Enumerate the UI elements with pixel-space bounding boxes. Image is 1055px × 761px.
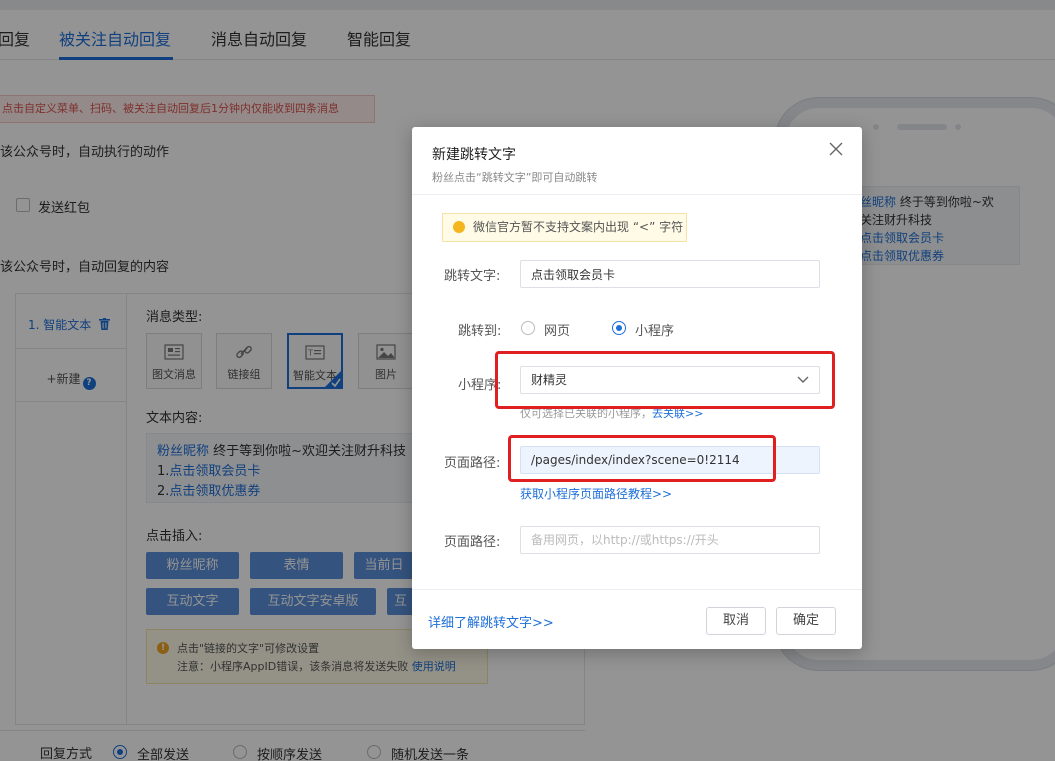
char-warning-text: 微信官方暂不支持文案内出现 “<” 字符 xyxy=(473,220,684,234)
miniprogram-option-label: 小程序 xyxy=(635,324,675,339)
radio-webpage[interactable] xyxy=(521,321,535,335)
page-path-label: 页面路径: xyxy=(444,456,501,471)
char-warning: 微信官方暂不支持文案内出现 “<” 字符 xyxy=(442,213,687,242)
backup-path-input[interactable] xyxy=(520,526,820,554)
close-icon[interactable] xyxy=(828,141,844,157)
warning-dot-icon xyxy=(453,221,465,233)
dialog-header: 新建跳转文字 粉丝点击“跳转文字”即可自动跳转 xyxy=(412,127,862,195)
jump-text-label: 跳转文字: xyxy=(444,269,501,284)
dialog-title: 新建跳转文字 xyxy=(432,147,516,163)
learn-more-link[interactable]: 详细了解跳转文字>> xyxy=(428,612,554,631)
jump-to-label: 跳转到: xyxy=(458,324,502,339)
cancel-button[interactable]: 取消 xyxy=(706,607,766,635)
highlight-page-path-box xyxy=(508,435,776,482)
page-path-tutorial-link[interactable]: 获取小程序页面路径教程>> xyxy=(520,485,672,502)
highlight-miniprogram-box xyxy=(495,351,835,409)
webpage-option-label: 网页 xyxy=(544,324,571,339)
radio-miniprogram[interactable] xyxy=(612,321,626,335)
backup-path-label: 页面路径: xyxy=(444,535,501,550)
dialog-footer: 详细了解跳转文字>> 取消 确定 xyxy=(412,589,862,649)
confirm-button[interactable]: 确定 xyxy=(776,607,836,635)
dialog-subtitle: 粉丝点击“跳转文字”即可自动跳转 xyxy=(432,171,598,184)
jump-text-input[interactable] xyxy=(520,260,820,288)
